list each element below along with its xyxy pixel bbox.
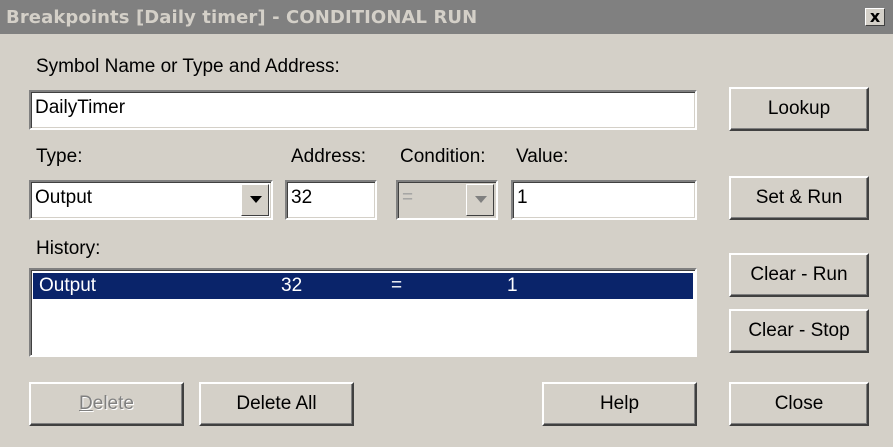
history-address: 32 — [281, 275, 303, 296]
type-select-value: Output — [35, 187, 93, 208]
address-input[interactable]: 32 — [285, 180, 377, 220]
delete-all-button[interactable]: Delete All — [199, 382, 354, 426]
window-title: Breakpoints [Daily timer] - CONDITIONAL … — [6, 7, 478, 28]
symbol-input[interactable]: DailyTimer — [29, 90, 697, 130]
address-label: Address: — [291, 146, 366, 167]
type-select[interactable]: Output — [29, 180, 273, 220]
help-button[interactable]: Help — [542, 382, 697, 426]
set-run-button[interactable]: Set & Run — [729, 176, 869, 220]
chevron-down-icon[interactable] — [241, 184, 269, 216]
close-button[interactable]: Close — [729, 382, 869, 426]
type-label: Type: — [36, 146, 83, 167]
history-list[interactable]: Output 32 = 1 — [29, 268, 697, 357]
delete-label: elete — [92, 393, 134, 414]
lookup-button[interactable]: Lookup — [729, 87, 869, 131]
list-item[interactable]: Output 32 = 1 — [33, 273, 693, 299]
value-input[interactable]: 1 — [511, 180, 697, 220]
value-input-value: 1 — [517, 187, 528, 208]
delete-accelerator: D — [79, 393, 93, 414]
address-input-value: 32 — [291, 187, 313, 208]
close-icon[interactable]: x — [865, 8, 885, 26]
symbol-input-value: DailyTimer — [35, 97, 126, 118]
clear-stop-button[interactable]: Clear - Stop — [729, 309, 869, 353]
history-type: Output — [39, 275, 97, 296]
history-label: History: — [36, 238, 101, 259]
symbol-label: Symbol Name or Type and Address: — [36, 56, 340, 77]
condition-select: = — [396, 180, 498, 220]
history-condition: = — [391, 275, 403, 296]
value-label: Value: — [516, 146, 569, 167]
title-bar[interactable]: Breakpoints [Daily timer] - CONDITIONAL … — [0, 0, 893, 34]
condition-select-value: = — [402, 187, 414, 208]
clear-run-button[interactable]: Clear - Run — [729, 253, 869, 297]
delete-button: Delete — [29, 382, 184, 426]
condition-label: Condition: — [400, 146, 486, 167]
chevron-down-icon — [466, 184, 494, 216]
breakpoints-dialog: Breakpoints [Daily timer] - CONDITIONAL … — [0, 0, 893, 447]
history-value: 1 — [507, 275, 518, 296]
